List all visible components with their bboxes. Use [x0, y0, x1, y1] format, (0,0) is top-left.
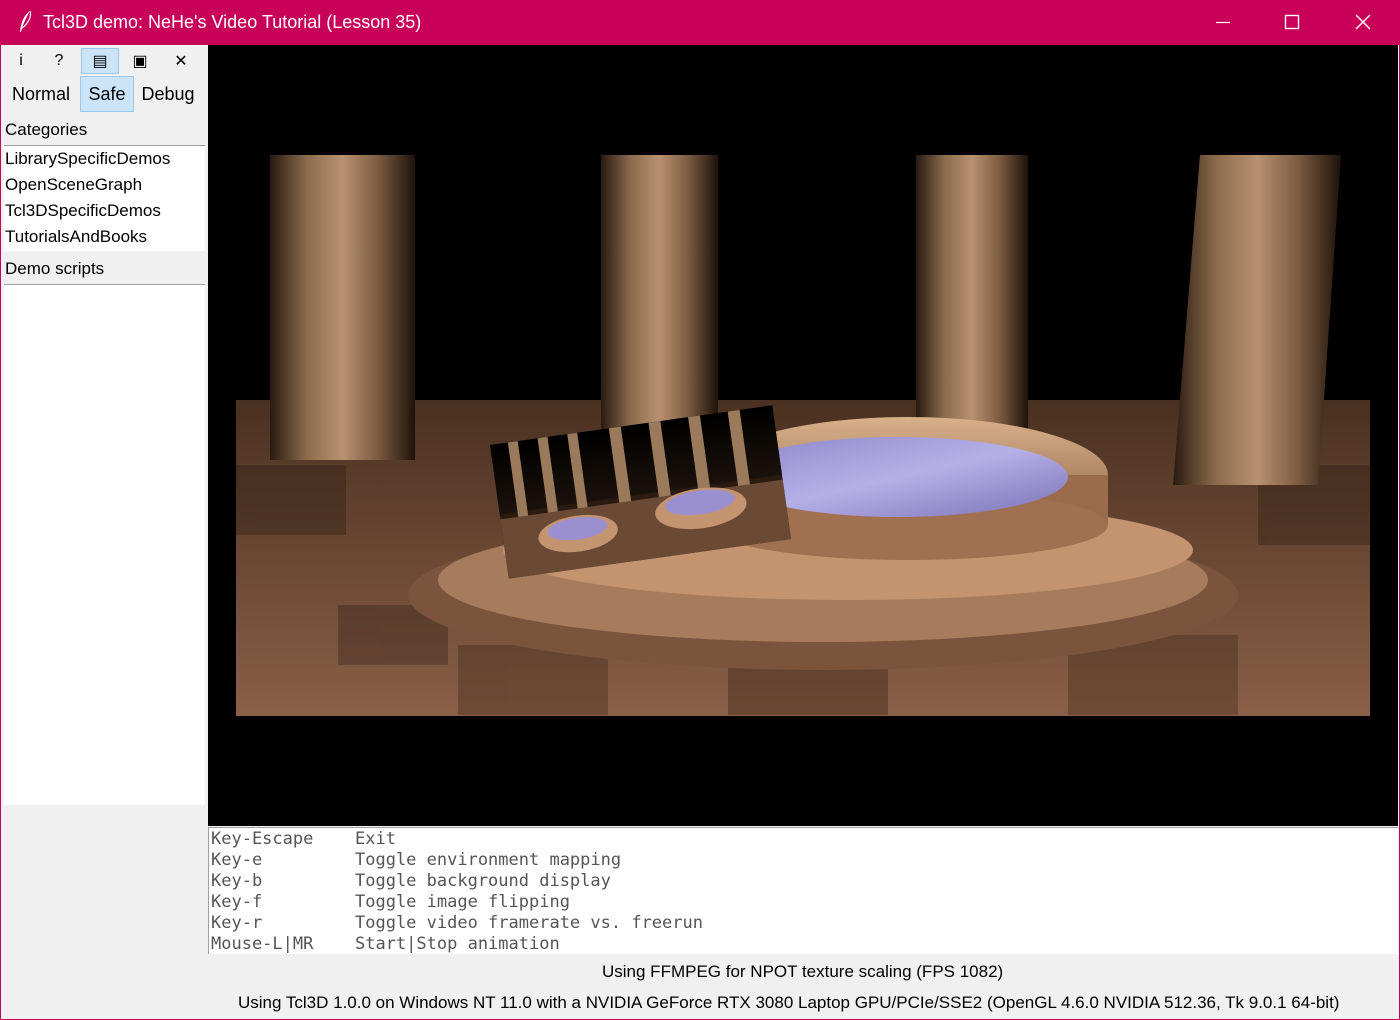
window-icon[interactable]: ▣ [121, 48, 159, 74]
category-item[interactable]: TutorialsAndBooks [4, 224, 205, 250]
help-action: Toggle environment mapping [355, 850, 622, 870]
rendered-scene [236, 155, 1370, 716]
info-icon[interactable]: i [2, 48, 40, 74]
help-key: Mouse-L|MR [211, 934, 314, 954]
help-action: Toggle background display [355, 871, 611, 891]
help-row: Key-Escape Exit [211, 829, 396, 850]
help-action: Toggle video framerate vs. freerun [355, 913, 703, 933]
help-text: Key-Escape Exit Key-e Toggle environment m… [208, 827, 1398, 954]
help-key: Key-b [211, 871, 263, 891]
close-icon [1355, 14, 1371, 30]
maximize-button[interactable] [1257, 0, 1327, 45]
help-key: Key-r [211, 913, 263, 933]
help-key: Key-e [211, 850, 263, 870]
window-title: Tcl3D demo: NeHe's Video Tutorial (Lesso… [43, 12, 422, 32]
help-icon[interactable]: ? [40, 48, 78, 74]
help-action: Start|Stop animation [355, 934, 560, 954]
category-item[interactable]: Tcl3DSpecificDemos [4, 198, 205, 224]
title-bar[interactable]: Tcl3D demo: NeHe's Video Tutorial (Lesso… [0, 0, 1400, 45]
help-action: Toggle image flipping [355, 892, 570, 912]
status-fps: Using FFMPEG for NPOT texture scaling (F… [602, 962, 1004, 981]
help-key: Key-f [211, 892, 263, 912]
demo-scripts-label: Demo scripts [5, 259, 105, 278]
exit-icon[interactable]: ✕ [162, 48, 200, 74]
mode-safe-button[interactable]: Safe [80, 76, 134, 112]
help-action: Exit [355, 829, 396, 849]
demo-scripts-list[interactable] [4, 284, 205, 805]
close-button[interactable] [1328, 0, 1398, 45]
help-key: Key-Escape [211, 829, 314, 849]
source-icon[interactable]: ▤ [81, 48, 119, 74]
minimize-icon [1216, 21, 1230, 24]
category-item[interactable]: OpenSceneGraph [4, 172, 205, 198]
category-item[interactable]: LibrarySpecificDemos [4, 146, 205, 172]
help-row: Key-e Toggle environment mapping [211, 850, 621, 871]
help-row: Key-b Toggle background display [211, 871, 611, 892]
help-row: Key-r Toggle video framerate vs. freerun [211, 913, 703, 934]
left-panel: i ? ▤ ▣ ✕ Normal Safe Debug Categories L… [2, 45, 207, 805]
help-row: Key-f Toggle image flipping [211, 892, 570, 913]
categories-label: Categories [5, 120, 88, 139]
gl-canvas[interactable] [208, 45, 1398, 826]
categories-list[interactable]: LibrarySpecificDemos OpenSceneGraph Tcl3… [4, 145, 205, 251]
minimize-button[interactable] [1188, 0, 1258, 45]
help-row: Mouse-L|MR Start|Stop animation [211, 934, 560, 955]
mode-normal-button[interactable]: Normal [4, 76, 78, 112]
mode-debug-button[interactable]: Debug [136, 76, 200, 112]
status-info: Using Tcl3D 1.0.0 on Windows NT 11.0 wit… [238, 993, 1340, 1012]
feather-icon [20, 10, 32, 32]
maximize-icon [1284, 14, 1300, 30]
